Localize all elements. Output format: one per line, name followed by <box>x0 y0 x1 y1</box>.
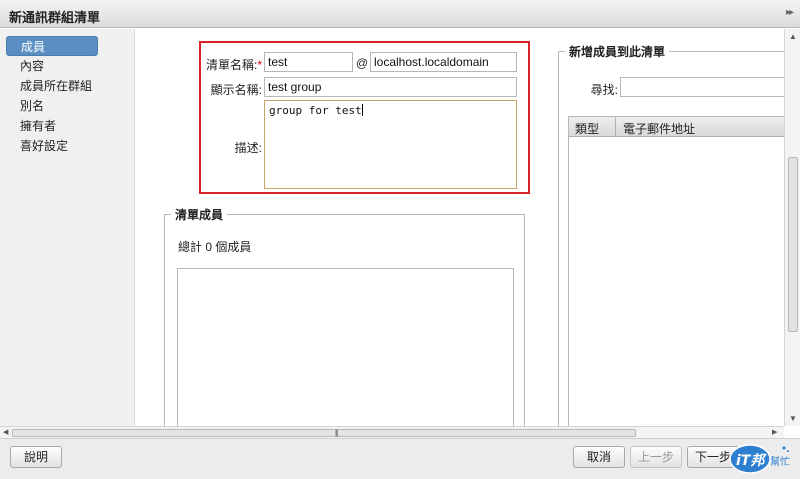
scroll-up-icon[interactable]: ▲ <box>789 32 797 41</box>
dialog-footer: 說明 取消 上一步 下一步 <box>0 438 800 479</box>
highlight-box <box>199 41 530 194</box>
column-email[interactable]: 電子郵件地址 <box>623 120 695 137</box>
vertical-scrollbar[interactable]: ▲ ▼ <box>784 29 800 426</box>
scroll-right-icon[interactable]: ▶ <box>772 428 777 436</box>
svg-text:iT邦: iT邦 <box>736 452 767 469</box>
search-label: 尋找: <box>590 83 618 97</box>
cancel-button[interactable]: 取消 <box>573 446 625 468</box>
help-button[interactable]: 說明 <box>10 446 62 468</box>
sidebar-item-preferences[interactable]: 喜好設定 <box>6 136 98 156</box>
main-content: 清單名稱:* test @ localhost.localdomain 顯示名稱… <box>136 29 784 426</box>
horizontal-scroll-thumb[interactable]: ||| <box>12 429 636 437</box>
scroll-left-icon[interactable]: ◀ <box>3 428 8 436</box>
horizontal-scrollbar[interactable]: ◀ ||| ▶ <box>0 426 784 438</box>
ithome-watermark-logo: iT邦 幫忙 <box>729 444 790 474</box>
prev-button[interactable]: 上一步 <box>630 446 682 468</box>
sidebar-item-properties[interactable]: 內容 <box>6 56 98 76</box>
scroll-down-icon[interactable]: ▼ <box>789 414 797 423</box>
dialog-titlebar: 新通訊群組清單 ▸▸ <box>0 0 800 28</box>
dialog-title: 新通訊群組清單 <box>9 10 101 25</box>
sidebar: 成員 內容 成員所在群組 別名 擁有者 喜好設定 <box>0 29 135 426</box>
add-members-legend: 新增成員到此清單 <box>569 45 666 59</box>
sidebar-item-members[interactable]: 成員 <box>6 36 98 56</box>
search-results-grid[interactable]: 類型 電子郵件地址 <box>568 116 784 426</box>
grid-header: 類型 電子郵件地址 <box>569 117 784 137</box>
search-input[interactable] <box>620 77 784 97</box>
scroll-grip-icon: ||| <box>335 430 339 437</box>
members-list[interactable] <box>177 268 514 426</box>
column-separator[interactable] <box>615 117 616 137</box>
members-panel-legend: 清單成員 <box>175 208 224 222</box>
column-type[interactable]: 類型 <box>575 120 599 137</box>
vertical-scroll-thumb[interactable] <box>788 157 798 332</box>
sidebar-item-owners[interactable]: 擁有者 <box>6 116 98 136</box>
sidebar-item-member-of[interactable]: 成員所在群組 <box>6 76 98 96</box>
svg-text:幫忙: 幫忙 <box>770 455 790 468</box>
members-total: 總計 0 個成員 <box>178 240 252 254</box>
sidebar-item-aliases[interactable]: 別名 <box>6 96 98 116</box>
collapse-icon[interactable]: ▸▸ <box>786 7 794 18</box>
